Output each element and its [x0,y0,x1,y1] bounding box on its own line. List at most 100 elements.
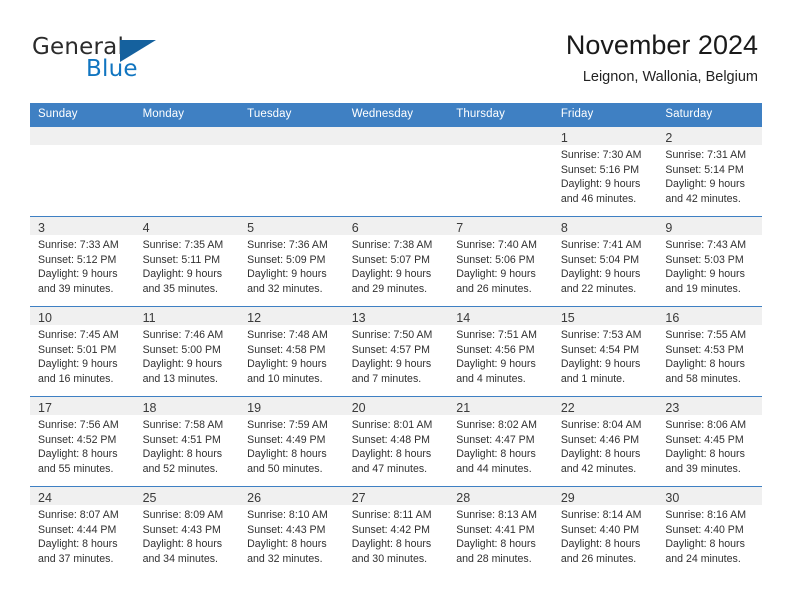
date-band: 19 [239,397,344,415]
calendar-day-cell[interactable]: 12 Sunrise: 7:48 AM Sunset: 4:58 PM Dayligh… [239,306,344,397]
sunrise-time: Sunrise: 8:01 AM [351,419,433,431]
calendar-day-cell[interactable]: 6 Sunrise: 7:38 AM Sunset: 5:07 PM Daylight… [343,216,449,307]
date-number: 24 [38,491,52,505]
day-detail-lines: Sunrise: 7:33 AM Sunset: 5:12 PM Daylight:… [30,235,135,296]
sunrise-time: Sunrise: 8:10 AM [247,509,328,521]
calendar-day-cell[interactable]: 14 Sunrise: 7:51 AM Sunset: 4:56 PM Dayligh… [448,306,553,397]
sunset-time: Sunset: 4:58 PM [247,343,326,356]
sunrise-time: Sunrise: 7:58 AM [142,419,224,431]
sunset-time: Sunset: 4:45 PM [665,433,744,446]
day-detail-lines: Sunrise: 8:10 AM Sunset: 4:43 PM Daylight:… [239,505,344,566]
calendar-day-cell[interactable]: 20 Sunrise: 8:01 AM Sunset: 4:48 PM Dayligh… [343,396,449,487]
day-detail-lines: Sunrise: 7:48 AM Sunset: 4:58 PM Daylight:… [239,325,344,386]
daylight-duration-line2: and 26 minutes. [456,282,532,295]
calendar-day-cell[interactable]: 30 Sunrise: 8:16 AM Sunset: 4:40 PM Dayligh… [657,486,762,576]
day-cell-inner: 30 Sunrise: 8:16 AM Sunset: 4:40 PM Dayligh… [657,487,762,576]
daylight-duration-line2: and 37 minutes. [38,552,114,565]
sunset-time: Sunset: 4:51 PM [142,433,221,446]
sunrise-time: Sunrise: 7:46 AM [142,329,224,341]
date-number: 22 [560,401,575,415]
calendar-day-cell[interactable]: 8 Sunrise: 7:41 AM Sunset: 5:04 PM Daylight… [552,216,658,307]
day-detail-lines: Sunrise: 7:59 AM Sunset: 4:49 PM Daylight:… [239,415,344,476]
general-blue-logo[interactable]: General Blue [32,34,212,84]
calendar-day-cell[interactable]: 26 Sunrise: 8:10 AM Sunset: 4:43 PM Dayligh… [239,486,344,576]
daylight-duration-line2: and 42 minutes. [560,462,637,475]
calendar-day-cell[interactable]: 3 Sunrise: 7:33 AM Sunset: 5:12 PM Daylight… [30,216,135,307]
sunset-time: Sunset: 5:06 PM [456,253,535,266]
day-cell-inner [343,127,449,216]
calendar-week-row: 3 Sunrise: 7:33 AM Sunset: 5:12 PM Daylight… [30,216,762,307]
sunset-time: Sunset: 4:52 PM [38,433,117,446]
sunrise-time: Sunrise: 7:41 AM [560,239,642,251]
daylight-duration-line1: Daylight: 8 hours [665,358,745,371]
calendar-day-cell[interactable]: 29 Sunrise: 8:14 AM Sunset: 4:40 PM Dayligh… [552,486,658,576]
sunset-time: Sunset: 5:09 PM [247,253,326,266]
calendar-day-cell[interactable]: 22 Sunrise: 8:04 AM Sunset: 4:46 PM Dayligh… [552,396,658,487]
daylight-duration-line2: and 34 minutes. [142,552,218,565]
daylight-duration-line2: and 19 minutes. [665,282,741,295]
day-detail-lines: Sunrise: 7:55 AM Sunset: 4:53 PM Daylight:… [657,325,762,386]
weekday-header-sunday: Sunday [30,103,135,127]
calendar-day-cell[interactable]: 18 Sunrise: 7:58 AM Sunset: 4:51 PM Dayligh… [134,396,240,487]
sunrise-time: Sunrise: 7:30 AM [560,149,642,161]
sunrise-time: Sunrise: 7:59 AM [247,419,328,431]
date-band: 20 [343,397,449,415]
calendar-day-cell[interactable]: 5 Sunrise: 7:36 AM Sunset: 5:09 PM Daylight… [239,216,344,307]
calendar-day-cell[interactable]: 4 Sunrise: 7:35 AM Sunset: 5:11 PM Daylight… [134,216,240,307]
date-number: 21 [456,401,471,415]
sunrise-time: Sunrise: 8:07 AM [38,509,119,521]
calendar-header-row: Sunday Monday Tuesday Wednesday Thursday… [30,103,762,127]
calendar-day-cell[interactable]: 28 Sunrise: 8:13 AM Sunset: 4:41 PM Dayligh… [448,486,553,576]
day-detail-lines: Sunrise: 8:09 AM Sunset: 4:43 PM Daylight:… [135,505,240,566]
calendar-day-cell[interactable]: 21 Sunrise: 8:02 AM Sunset: 4:47 PM Dayligh… [448,396,553,487]
date-band: 25 [134,487,240,505]
calendar-day-cell[interactable]: 27 Sunrise: 8:11 AM Sunset: 4:42 PM Dayligh… [343,486,449,576]
sunset-time: Sunset: 4:43 PM [142,523,221,536]
sunrise-time: Sunrise: 8:06 AM [665,419,747,431]
daylight-duration-line2: and 58 minutes. [665,372,741,385]
daylight-duration-line1: Daylight: 8 hours [38,538,118,551]
calendar-day-cell[interactable]: 25 Sunrise: 8:09 AM Sunset: 4:43 PM Dayligh… [134,486,240,576]
date-number: 16 [665,311,680,325]
date-number: 27 [351,491,366,505]
calendar-empty-cell [343,126,449,217]
day-detail-lines: Sunrise: 8:02 AM Sunset: 4:47 PM Daylight:… [448,415,553,476]
calendar-day-cell[interactable]: 7 Sunrise: 7:40 AM Sunset: 5:06 PM Daylight… [448,216,553,307]
calendar-day-cell[interactable]: 11 Sunrise: 7:46 AM Sunset: 5:00 PM Dayligh… [134,306,240,397]
day-detail-lines: Sunrise: 8:04 AM Sunset: 4:46 PM Daylight:… [553,415,658,476]
sunrise-time: Sunrise: 8:02 AM [456,419,537,431]
calendar-empty-cell [448,126,553,217]
calendar-day-cell[interactable]: 10 Sunrise: 7:45 AM Sunset: 5:01 PM Dayligh… [30,306,135,397]
day-detail-lines: Sunrise: 7:51 AM Sunset: 4:56 PM Daylight:… [448,325,553,386]
sunset-time: Sunset: 5:12 PM [38,253,117,266]
daylight-duration-line2: and 1 minute. [560,372,626,385]
weekday-header-tuesday: Tuesday [239,103,344,127]
day-detail-lines: Sunrise: 8:13 AM Sunset: 4:41 PM Daylight:… [448,505,553,566]
calendar-day-cell[interactable]: 15 Sunrise: 7:53 AM Sunset: 4:54 PM Dayligh… [552,306,658,397]
daylight-duration-line1: Daylight: 9 hours [38,268,118,281]
daylight-duration-line2: and 13 minutes. [142,372,218,385]
calendar-body: 1 Sunrise: 7:30 AM Sunset: 5:16 PM Daylight… [30,126,762,576]
date-band: 27 [343,487,449,505]
calendar-day-cell[interactable]: 9 Sunrise: 7:43 AM Sunset: 5:03 PM Daylight… [657,216,762,307]
calendar-day-cell[interactable]: 24 Sunrise: 8:07 AM Sunset: 4:44 PM Dayligh… [30,486,135,576]
day-detail-lines: Sunrise: 8:07 AM Sunset: 4:44 PM Daylight:… [30,505,135,566]
daylight-duration-line1: Daylight: 8 hours [38,448,118,461]
sunset-time: Sunset: 4:42 PM [351,523,431,536]
calendar-day-cell[interactable]: 19 Sunrise: 7:59 AM Sunset: 4:49 PM Dayligh… [239,396,344,487]
day-detail-lines: Sunrise: 7:35 AM Sunset: 5:11 PM Daylight:… [135,235,240,296]
daylight-duration-line1: Daylight: 9 hours [560,268,641,281]
daylight-duration-line1: Daylight: 9 hours [247,268,327,281]
calendar-day-cell[interactable]: 17 Sunrise: 7:56 AM Sunset: 4:52 PM Dayligh… [30,396,135,487]
calendar-day-cell[interactable]: 16 Sunrise: 7:55 AM Sunset: 4:53 PM Dayligh… [657,306,762,397]
calendar-day-cell[interactable]: 2 Sunrise: 7:31 AM Sunset: 5:14 PM Daylight… [657,126,762,217]
date-band: 22 [552,397,658,415]
sunset-time: Sunset: 4:41 PM [456,523,535,536]
day-cell-inner: 28 Sunrise: 8:13 AM Sunset: 4:41 PM Dayligh… [448,487,553,576]
day-cell-inner: 18 Sunrise: 7:58 AM Sunset: 4:51 PM Dayligh… [134,397,240,486]
calendar-day-cell[interactable]: 23 Sunrise: 8:06 AM Sunset: 4:45 PM Dayligh… [657,396,762,487]
calendar-day-cell[interactable]: 13 Sunrise: 7:50 AM Sunset: 4:57 PM Dayligh… [343,306,449,397]
day-detail-lines: Sunrise: 7:38 AM Sunset: 5:07 PM Daylight:… [344,235,449,296]
calendar-day-cell[interactable]: 1 Sunrise: 7:30 AM Sunset: 5:16 PM Daylight… [552,126,658,217]
day-detail-lines: Sunrise: 7:58 AM Sunset: 4:51 PM Daylight:… [135,415,240,476]
